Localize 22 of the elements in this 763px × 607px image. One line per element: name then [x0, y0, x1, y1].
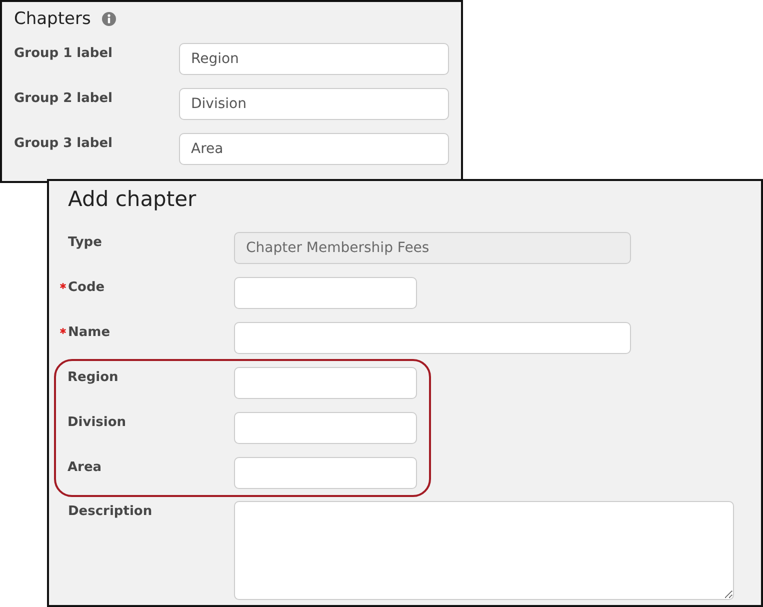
text-field[interactable]	[234, 456, 416, 488]
text-field[interactable]: Area	[179, 133, 449, 165]
field-label: Division	[68, 414, 128, 432]
text-field[interactable]: Division	[179, 88, 449, 120]
field-label: Region	[68, 368, 120, 386]
text-field[interactable]	[234, 277, 417, 309]
text-field[interactable]	[234, 366, 416, 398]
field-label: Group 3 label	[14, 135, 114, 153]
field-label: Code	[68, 279, 106, 297]
field-label: Area	[68, 458, 103, 476]
field-label: Group 1 label	[14, 45, 114, 63]
text-field[interactable]: Region	[179, 43, 449, 75]
field-label: Description	[68, 503, 154, 521]
dialog-title: Add chapter	[68, 186, 196, 213]
text-field[interactable]	[234, 322, 631, 354]
info-icon[interactable]	[102, 12, 116, 26]
field-label: Type	[68, 234, 103, 252]
panel-title: Chapters	[14, 8, 91, 31]
text-field[interactable]	[234, 412, 416, 444]
textarea-field[interactable]	[234, 501, 734, 600]
field-label: Name	[68, 324, 112, 342]
field-label: Group 2 label	[14, 90, 114, 108]
